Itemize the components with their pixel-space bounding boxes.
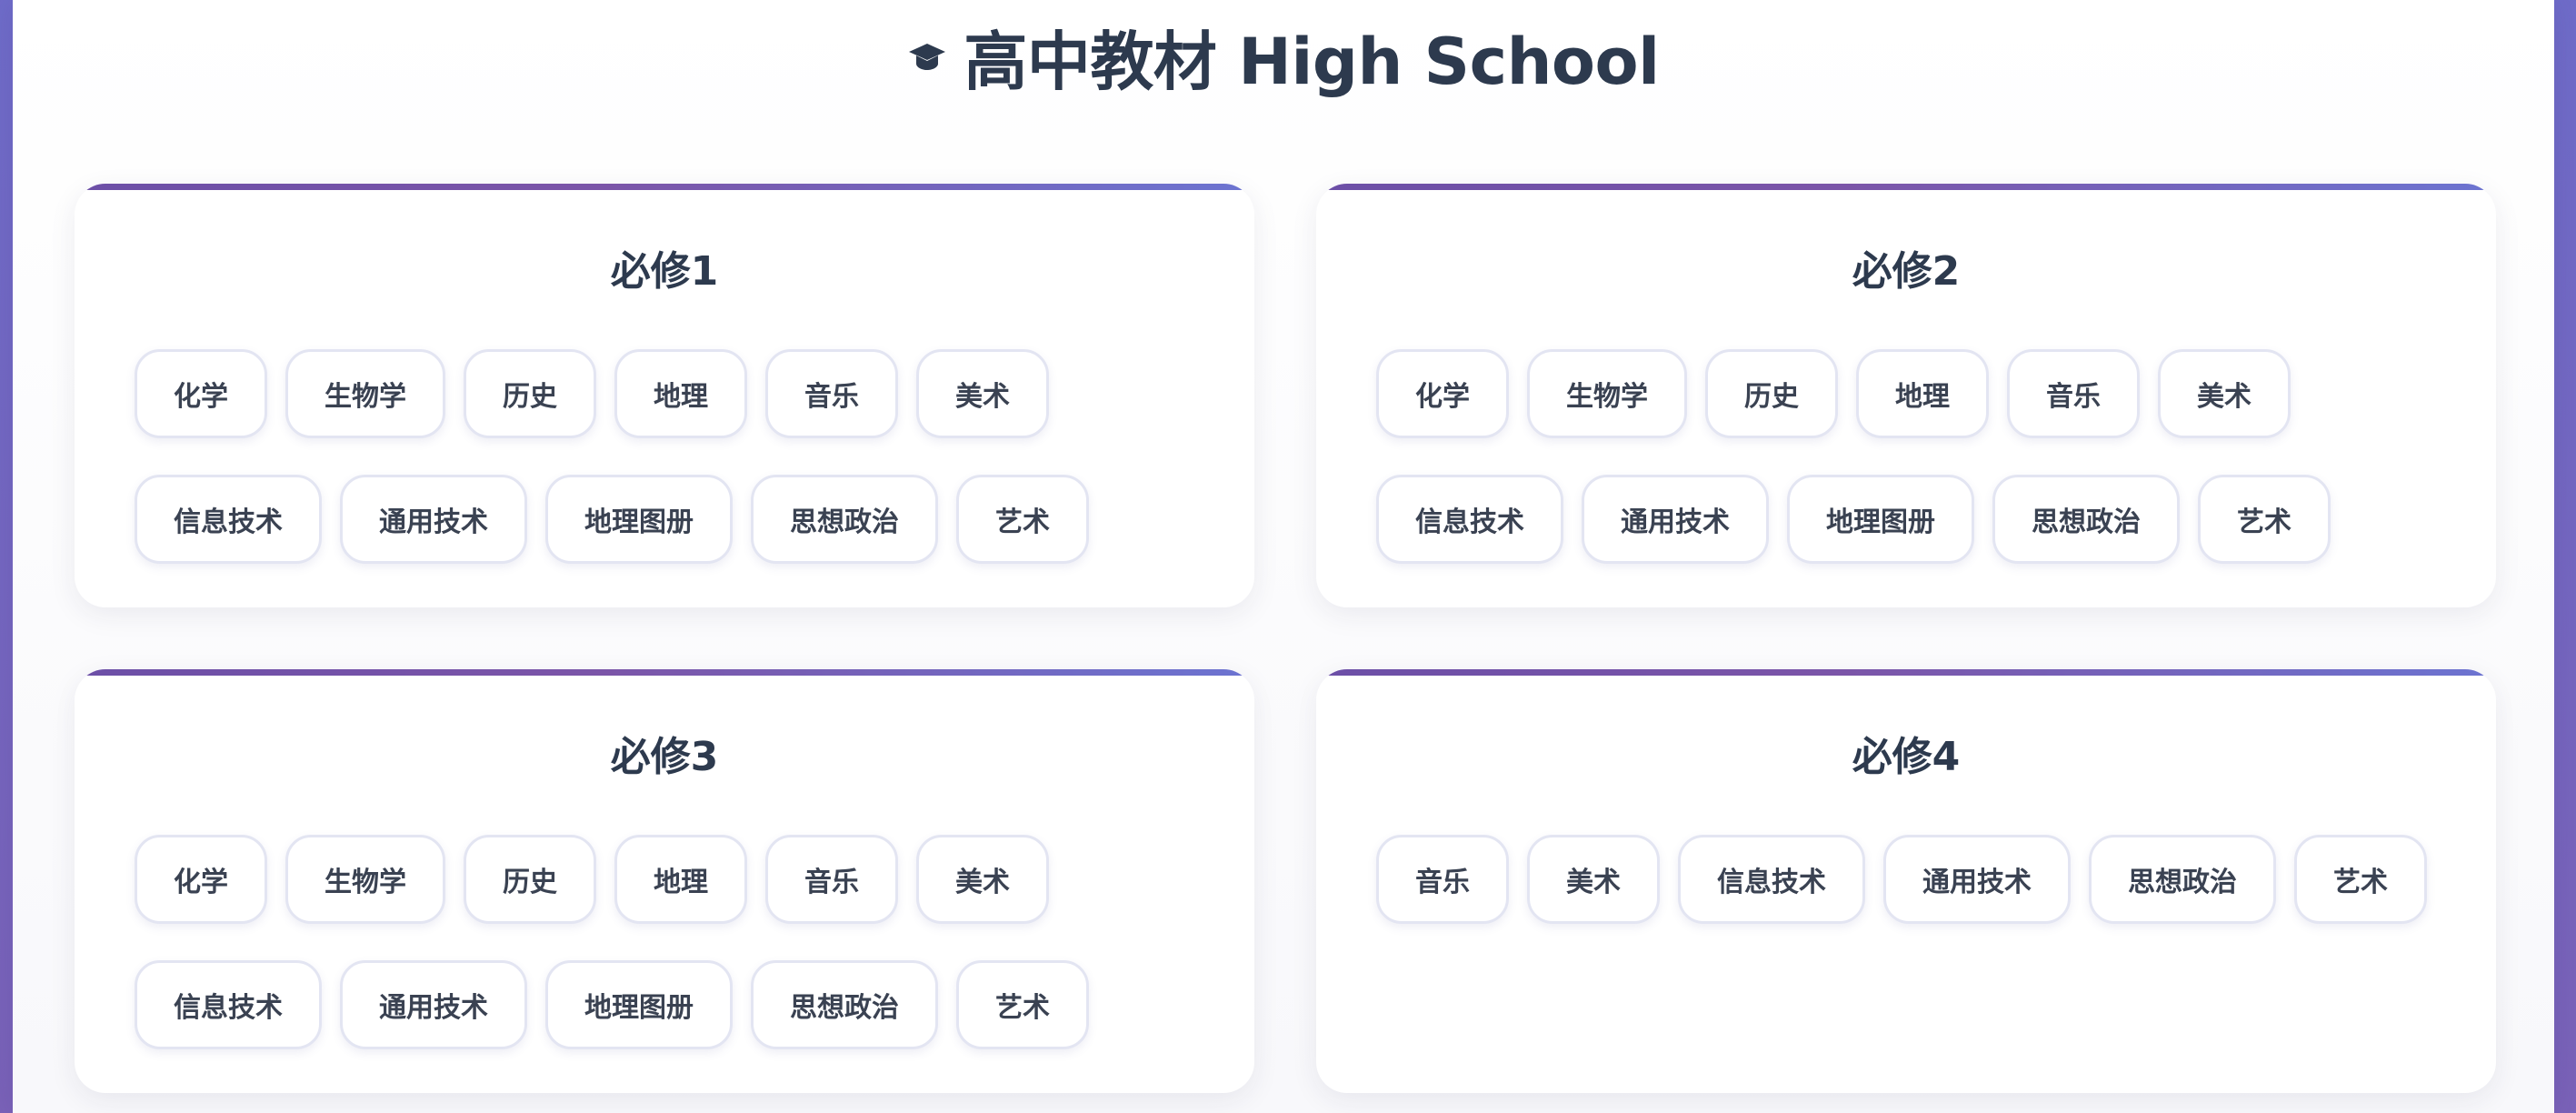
subject-tag[interactable]: 通用技术 <box>1883 835 2071 924</box>
subject-tag-list: 化学 生物学 历史 地理 音乐 美术 信息技术 通用技术 地理图册 思想政治 艺… <box>135 349 1198 564</box>
graduation-cap-icon <box>909 44 946 70</box>
subject-tag[interactable]: 思想政治 <box>751 475 938 564</box>
subject-tag[interactable]: 信息技术 <box>1678 835 1865 924</box>
subject-tag[interactable]: 艺术 <box>2198 475 2331 564</box>
card-title: 必修1 <box>610 248 719 295</box>
subject-tag[interactable]: 美术 <box>2158 349 2291 438</box>
subject-tag[interactable]: 化学 <box>135 835 267 924</box>
subject-tag[interactable]: 化学 <box>135 349 267 438</box>
subject-tag[interactable]: 音乐 <box>1376 835 1509 924</box>
card-title: 必修4 <box>1852 734 1961 780</box>
subject-tag[interactable]: 地理图册 <box>545 960 733 1049</box>
subject-tag[interactable]: 地理 <box>1856 349 1989 438</box>
subject-tag[interactable]: 信息技术 <box>135 960 322 1049</box>
subject-tag-list: 音乐 美术 信息技术 通用技术 思想政治 艺术 <box>1376 835 2440 924</box>
subject-tag[interactable]: 音乐 <box>765 835 898 924</box>
subject-tag[interactable]: 音乐 <box>2007 349 2140 438</box>
subject-tag-list: 化学 生物学 历史 地理 音乐 美术 信息技术 通用技术 地理图册 思想政治 艺… <box>1376 349 2440 564</box>
page-title: 高中教材 High School <box>13 11 2554 102</box>
subject-tag[interactable]: 艺术 <box>956 475 1089 564</box>
subject-tag[interactable]: 生物学 <box>285 835 445 924</box>
subject-tag[interactable]: 美术 <box>1527 835 1660 924</box>
subject-tag[interactable]: 音乐 <box>765 349 898 438</box>
subject-tag[interactable]: 通用技术 <box>340 960 527 1049</box>
subject-tag[interactable]: 化学 <box>1376 349 1509 438</box>
course-card-1: 必修1 化学 生物学 历史 地理 音乐 美术 信息技术 通用技术 地理图册 思想… <box>75 184 1254 607</box>
course-card-2: 必修2 化学 生物学 历史 地理 音乐 美术 信息技术 通用技术 地理图册 思想… <box>1316 184 2496 607</box>
course-card-4: 必修4 音乐 美术 信息技术 通用技术 思想政治 艺术 <box>1316 669 2496 1093</box>
subject-tag[interactable]: 艺术 <box>2294 835 2427 924</box>
subject-tag[interactable]: 历史 <box>464 835 596 924</box>
subject-tag[interactable]: 信息技术 <box>135 475 322 564</box>
subject-tag[interactable]: 历史 <box>1705 349 1838 438</box>
card-title: 必修3 <box>610 734 719 780</box>
subject-tag[interactable]: 生物学 <box>1527 349 1687 438</box>
subject-tag[interactable]: 历史 <box>464 349 596 438</box>
subject-tag[interactable]: 思想政治 <box>751 960 938 1049</box>
subject-tag[interactable]: 地理 <box>614 349 747 438</box>
subject-tag[interactable]: 信息技术 <box>1376 475 1563 564</box>
subject-tag[interactable]: 生物学 <box>285 349 445 438</box>
subject-tag[interactable]: 艺术 <box>956 960 1089 1049</box>
subject-tag[interactable]: 通用技术 <box>1582 475 1769 564</box>
subject-tag[interactable]: 通用技术 <box>340 475 527 564</box>
subject-tag[interactable]: 美术 <box>916 835 1049 924</box>
subject-tag[interactable]: 美术 <box>916 349 1049 438</box>
subject-tag[interactable]: 地理图册 <box>1787 475 1974 564</box>
course-card-3: 必修3 化学 生物学 历史 地理 音乐 美术 信息技术 通用技术 地理图册 思想… <box>75 669 1254 1093</box>
subject-tag-list: 化学 生物学 历史 地理 音乐 美术 信息技术 通用技术 地理图册 思想政治 艺… <box>135 835 1198 1049</box>
subject-tag[interactable]: 地理 <box>614 835 747 924</box>
subject-tag[interactable]: 地理图册 <box>545 475 733 564</box>
card-title: 必修2 <box>1852 248 1961 295</box>
subject-tag[interactable]: 思想政治 <box>1992 475 2180 564</box>
page-title-text: 高中教材 High School <box>964 24 1660 99</box>
page-container: 高中教材 High School 必修1 化学 生物学 历史 地理 音乐 美术 … <box>13 0 2554 1113</box>
subject-tag[interactable]: 思想政治 <box>2089 835 2276 924</box>
